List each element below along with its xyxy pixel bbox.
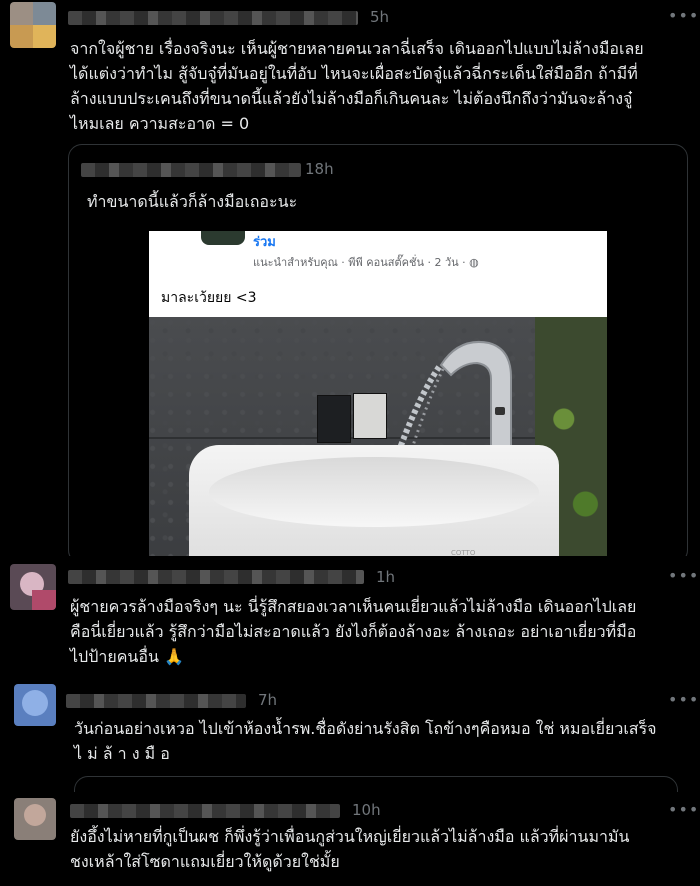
more-options-icon[interactable]: ••• [668,6,699,25]
sensor-sign [317,395,351,443]
tweet-text: ผู้ชายควรล้างมือจริงๆ นะ นี่รู้สึกสยองเว… [70,597,637,666]
tweet-5[interactable]: 10h ••• ยังอึ้งไม่หายที่กูเป็นผช ก็พึ่งร… [0,792,700,886]
tweet-text: วันก่อนอย่างเหวอ ไปเข้าห้องน้ำรพ.ชื่อดัง… [74,719,657,763]
timestamp[interactable]: 5h [370,8,389,26]
fb-page-name: ร่วม [253,235,276,250]
author-name[interactable] [81,163,301,177]
sink-photo[interactable]: COTTO [149,317,607,563]
author-name[interactable] [70,804,340,818]
fb-meta-text: แนะนำสำหรับคุณ · พีพี คอนสตั๊คชั่น · 2 ว… [253,256,470,269]
page-avatar [201,231,245,245]
more-options-icon[interactable]: ••• [668,800,699,819]
timestamp[interactable]: 1h [376,568,395,586]
facebook-post-image[interactable]: ร่วม แนะนำสำหรับคุณ · พีพี คอนสตั๊คชั่น … [149,231,607,317]
globe-icon: ◍ [469,256,479,269]
author-name[interactable] [68,570,364,584]
avatar[interactable] [14,684,56,726]
avatar[interactable] [10,2,56,48]
tweet-text: ยังอึ้งไม่หายที่กูเป็นผช ก็พึ่งรู้ว่าเพื… [70,827,630,871]
tweet-3[interactable]: 1h ••• ผู้ชายควรล้างมือจริงๆ นะ นี่รู้สึ… [0,556,700,680]
sink: COTTO [189,445,559,563]
author-name[interactable] [68,11,358,25]
avatar[interactable] [10,564,56,610]
more-options-icon[interactable]: ••• [668,566,699,585]
fb-post-meta: แนะนำสำหรับคุณ · พีพี คอนสตั๊คชั่น · 2 ว… [253,253,479,271]
sink-basin [209,457,539,527]
avatar[interactable] [14,798,56,840]
fb-caption: มาละเว้ยยย <3 [161,290,257,306]
timestamp[interactable]: 7h [258,691,277,709]
timestamp[interactable]: 18h [305,160,334,178]
tweet-text: ทำขนาดนี้แล้วก็ล้างมือเถอะนะ [87,192,298,211]
tweet-4[interactable]: 7h ••• วันก่อนอย่างเหวอ ไปเข้าห้องน้ำรพ.… [0,680,700,816]
tweet-text: จากใจผู้ชาย เรื่องจริงนะ เห็นผู้ชายหลายค… [70,39,644,133]
tweet-1[interactable]: 5h ••• จากใจผู้ชาย เรื่องจริงนะ เห็นผู้ช… [0,0,700,140]
author-name[interactable] [66,694,246,708]
timestamp[interactable]: 10h [352,801,381,819]
more-options-icon[interactable]: ••• [668,690,699,709]
quoted-tweet[interactable]: 18h ทำขนาดนี้แล้วก็ล้างมือเถอะนะ ร่วม แน… [68,144,688,564]
